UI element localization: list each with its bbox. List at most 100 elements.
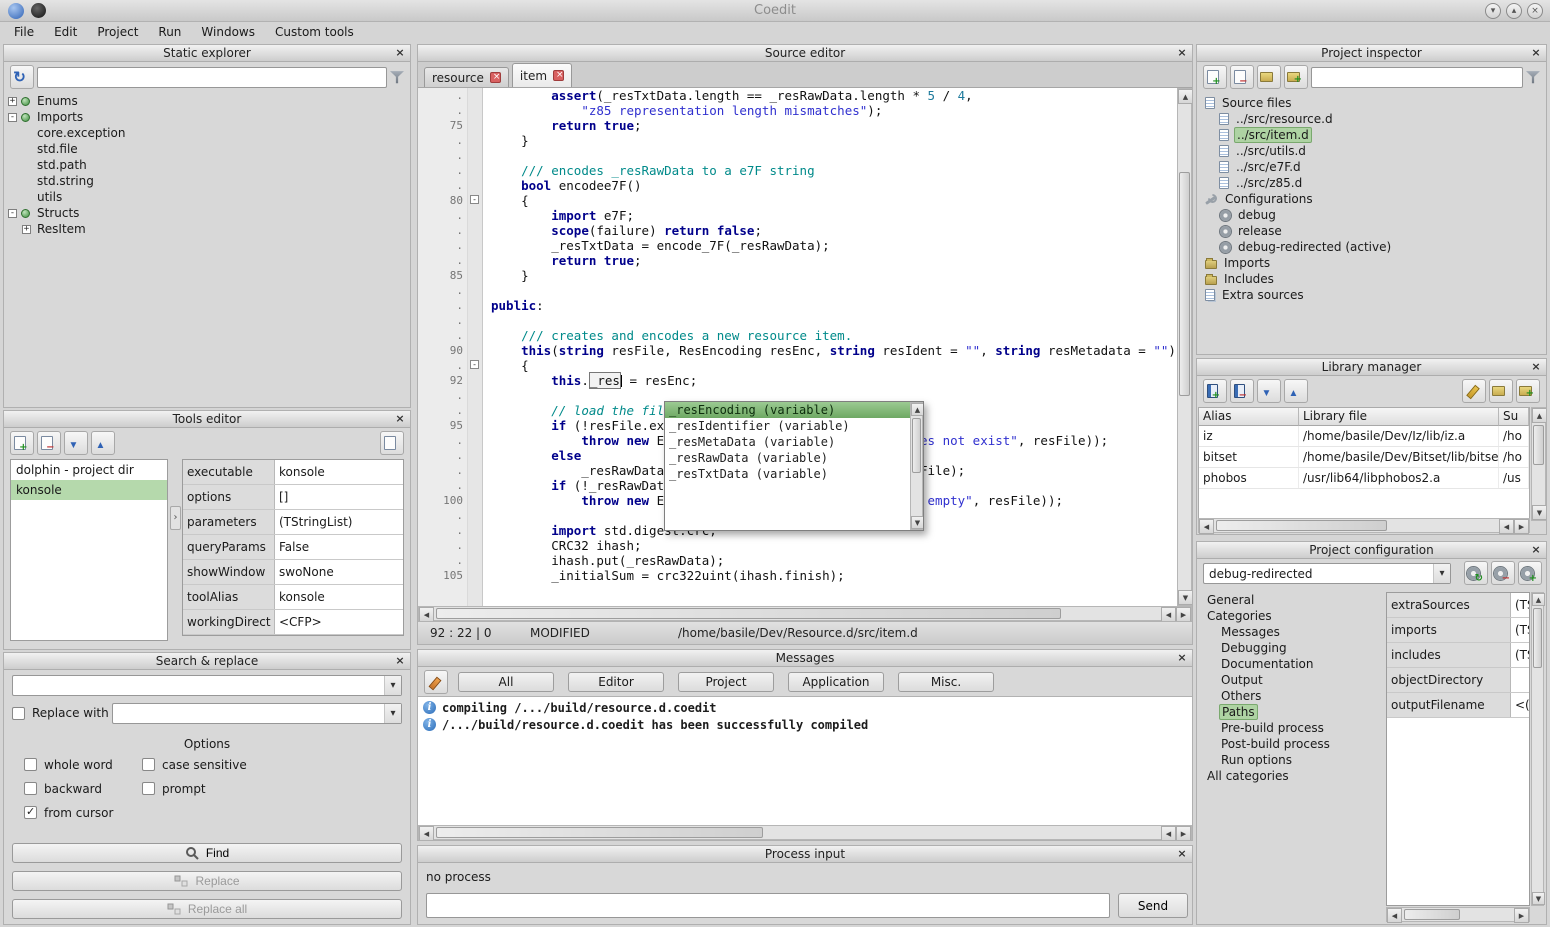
category-item[interactable]: Paths: [1201, 704, 1371, 720]
scroll-thumb[interactable]: [436, 608, 1061, 619]
column-header[interactable]: Library file: [1299, 408, 1499, 426]
move-library-down-button[interactable]: [1257, 379, 1281, 403]
filter-icon[interactable]: [1526, 70, 1540, 84]
property-value[interactable]: <CFP>: [275, 610, 403, 634]
category-item[interactable]: Debugging: [1201, 640, 1371, 656]
property-row[interactable]: showWindow swoNone: [183, 560, 403, 585]
tree-item[interactable]: std.path: [4, 157, 410, 173]
option-checkbox[interactable]: whole word: [24, 757, 142, 772]
library-row[interactable]: phobos /usr/lib64/libphobos2.a /us: [1199, 468, 1529, 489]
close-panel-icon[interactable]: [393, 654, 407, 668]
library-row[interactable]: iz /home/basile/Dev/Iz/lib/iz.a /ho: [1199, 426, 1529, 447]
sync-configuration-button[interactable]: ↻: [1464, 561, 1488, 585]
completion-item[interactable]: _resRawData (variable): [665, 450, 910, 466]
tree-item[interactable]: Extra sources: [1197, 287, 1546, 303]
move-tool-down-button[interactable]: [64, 431, 88, 455]
property-value[interactable]: <(: [1511, 693, 1529, 717]
expander-icon[interactable]: +: [8, 97, 17, 106]
scroll-thumb[interactable]: [1179, 172, 1190, 396]
scroll-left-icon[interactable]: [1161, 826, 1176, 841]
tree-item[interactable]: + ResItem: [4, 221, 410, 237]
library-vertical-scrollbar[interactable]: [1531, 407, 1546, 521]
edit-tool-button[interactable]: [380, 431, 404, 455]
property-row[interactable]: extraSources (TStringList): [1387, 593, 1529, 618]
replace-term-combo[interactable]: [112, 703, 402, 724]
window-control-button[interactable]: ×: [1527, 3, 1543, 19]
replace-with-checkbox[interactable]: [12, 707, 25, 720]
add-library-button[interactable]: +: [1203, 379, 1227, 403]
tree-item[interactable]: ../src/item.d: [1197, 127, 1546, 143]
tree-item[interactable]: ../src/e7F.d: [1197, 159, 1546, 175]
property-row[interactable]: parameters (TStringList): [183, 510, 403, 535]
chevron-down-icon[interactable]: [1433, 564, 1450, 583]
category-item[interactable]: Post-build process: [1201, 736, 1371, 752]
completion-item[interactable]: _resEncoding (variable): [665, 402, 910, 418]
messages-horizontal-scrollbar[interactable]: [418, 825, 1192, 840]
property-row[interactable]: outputFilename <(: [1387, 693, 1529, 718]
delete-configuration-button[interactable]: −: [1491, 561, 1515, 585]
scroll-up-icon[interactable]: [911, 403, 924, 416]
scroll-down-icon[interactable]: [1178, 590, 1192, 605]
tree-item[interactable]: Includes: [1197, 271, 1546, 287]
category-item[interactable]: All categories: [1201, 768, 1371, 784]
category-item[interactable]: Others: [1201, 688, 1371, 704]
property-row[interactable]: executable konsole: [183, 460, 403, 485]
static-explorer-search-input[interactable]: [37, 67, 387, 88]
tree-item[interactable]: + Enums: [4, 93, 410, 109]
tool-list-item[interactable]: dolphin - project dir: [11, 460, 167, 480]
option-checkbox[interactable]: backward: [24, 781, 142, 796]
property-value[interactable]: (TStringList): [1511, 593, 1529, 617]
scroll-right-icon[interactable]: [1176, 607, 1191, 622]
tree-item[interactable]: Imports: [1197, 255, 1546, 271]
close-panel-icon[interactable]: [393, 46, 407, 60]
scroll-thumb[interactable]: [1404, 909, 1460, 920]
splitter-handle[interactable]: [170, 506, 181, 530]
close-tab-icon[interactable]: [553, 70, 564, 81]
library-horizontal-scrollbar[interactable]: [1198, 518, 1530, 533]
tree-item[interactable]: - Structs: [4, 205, 410, 221]
inspector-search-input[interactable]: [1311, 67, 1523, 88]
scroll-thumb[interactable]: [912, 418, 921, 473]
chevron-down-icon[interactable]: [384, 676, 401, 695]
tree-item[interactable]: utils: [4, 189, 410, 205]
tree-item[interactable]: std.string: [4, 173, 410, 189]
scroll-left-icon[interactable]: [1387, 908, 1402, 923]
scroll-left-icon[interactable]: [1161, 607, 1176, 622]
menu-item[interactable]: Run: [148, 23, 191, 41]
message-row[interactable]: /.../build/resource.d.coedit has been su…: [418, 716, 1192, 733]
menu-item[interactable]: Edit: [44, 23, 87, 41]
completion-scrollbar[interactable]: [910, 402, 923, 530]
scroll-down-icon[interactable]: [1532, 892, 1545, 905]
scroll-left-icon[interactable]: [419, 826, 434, 841]
property-value[interactable]: konsole: [275, 460, 403, 484]
scroll-right-icon[interactable]: [1514, 908, 1529, 923]
close-panel-icon[interactable]: [1529, 46, 1543, 60]
scroll-thumb[interactable]: [1533, 608, 1542, 668]
refresh-button[interactable]: [10, 65, 34, 89]
category-item[interactable]: Run options: [1201, 752, 1371, 768]
move-tool-up-button[interactable]: [91, 431, 115, 455]
option-checkbox[interactable]: from cursor: [24, 805, 142, 820]
clear-messages-button[interactable]: [424, 670, 448, 694]
editor-vertical-scrollbar[interactable]: [1177, 88, 1192, 606]
tree-item[interactable]: Source files: [1197, 95, 1546, 111]
editor-tab[interactable]: resource: [424, 67, 509, 87]
process-input-field[interactable]: [426, 893, 1110, 918]
category-item[interactable]: Messages: [1201, 624, 1371, 640]
menu-item[interactable]: Custom tools: [265, 23, 364, 41]
message-filter-button[interactable]: Editor: [568, 672, 664, 692]
property-value[interactable]: []: [275, 485, 403, 509]
property-row[interactable]: objectDirectory: [1387, 668, 1529, 693]
menu-item[interactable]: Windows: [191, 23, 265, 41]
edit-library-button[interactable]: [1462, 379, 1486, 403]
scroll-right-icon[interactable]: [1176, 826, 1191, 841]
add-folder-button[interactable]: [1257, 65, 1281, 89]
replace-all-button[interactable]: Replace all: [12, 899, 402, 919]
chevron-down-icon[interactable]: [384, 704, 401, 723]
property-value[interactable]: (TStringList): [1511, 643, 1529, 667]
property-value[interactable]: (TStringList): [1511, 618, 1529, 642]
scroll-thumb[interactable]: [1533, 425, 1544, 465]
scroll-thumb[interactable]: [1216, 520, 1387, 531]
message-filter-button[interactable]: Application: [788, 672, 884, 692]
scroll-up-icon[interactable]: [1178, 89, 1192, 104]
